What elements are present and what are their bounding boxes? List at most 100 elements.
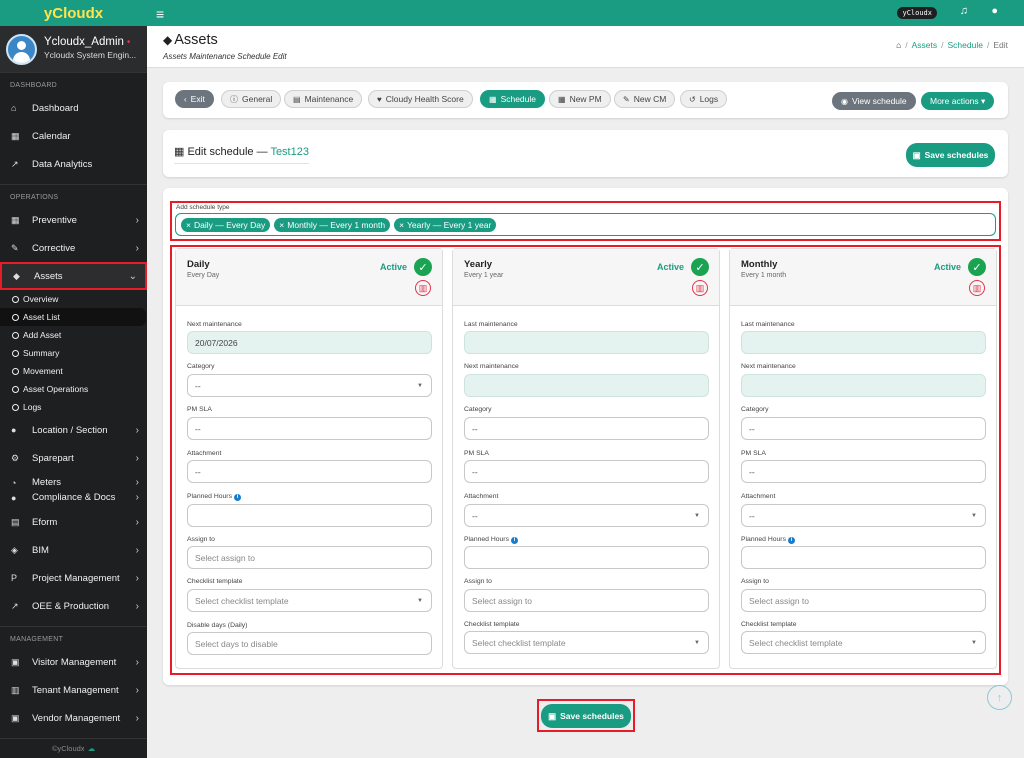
category-field[interactable]: -- (464, 417, 709, 440)
eye-icon: ◉ (841, 96, 848, 106)
remove-icon[interactable]: × (399, 220, 404, 230)
sidebar-sub-movement[interactable]: Movement (0, 362, 147, 380)
check-circle-icon[interactable]: ✓ (691, 258, 709, 276)
sidebar-item-oee[interactable]: ↗ OEE & Production › (0, 592, 147, 620)
bell-icon[interactable]: ♫ (960, 5, 968, 17)
category-select[interactable]: -- ▼ (187, 374, 432, 397)
disable-days-select[interactable]: Select days to disable (187, 632, 432, 655)
tab-schedule[interactable]: ▦ Schedule (480, 90, 546, 108)
assign-to-select[interactable]: Select assign to (187, 546, 432, 569)
more-actions-button[interactable]: More actions ▾ (921, 92, 995, 110)
planned-hours-field[interactable] (741, 546, 986, 569)
sidebar-item-calendar[interactable]: ▦ Calendar (0, 122, 147, 150)
save-schedules-button-top[interactable]: ▣ Save schedules (906, 143, 995, 167)
sidebar-item-data-analytics[interactable]: ↗ Data Analytics (0, 150, 147, 178)
brand-logo[interactable]: yCloudx (0, 0, 147, 26)
category-field[interactable]: -- (741, 417, 986, 440)
sidebar-sub-asset-operations[interactable]: Asset Operations (0, 380, 147, 398)
sidebar-item-dashboard[interactable]: ⌂ Dashboard (0, 94, 147, 122)
chevron-right-icon: › (135, 214, 139, 226)
tab-maintenance[interactable]: ▤ Maintenance (284, 90, 363, 108)
checklist-template-select[interactable]: Select checklist template ▼ (187, 589, 432, 612)
view-schedule-button[interactable]: ◉ View schedule (832, 92, 916, 110)
tab-new-cm[interactable]: ✎ New CM (614, 90, 676, 108)
remove-icon[interactable]: × (279, 220, 284, 230)
pm-sla-field[interactable]: -- (741, 460, 986, 483)
planned-hours-field[interactable] (464, 546, 709, 569)
sidebar-item-bim[interactable]: ◈ BIM › (0, 536, 147, 564)
chip-yearly[interactable]: × Yearly — Every 1 year (394, 217, 497, 232)
assign-to-select[interactable]: Select assign to (464, 589, 709, 612)
exit-button[interactable]: ‹ Exit (175, 90, 214, 108)
calendar-icon: ▦ (11, 130, 20, 141)
home-icon: ⌂ (11, 103, 17, 113)
pm-sla-field[interactable]: -- (187, 417, 432, 440)
sidebar-sub-overview[interactable]: Overview (0, 290, 147, 308)
save-schedules-button-bottom[interactable]: ▣ Save schedules (541, 704, 631, 728)
breadcrumb-schedule[interactable]: Schedule (948, 40, 983, 50)
chip-monthly[interactable]: × Monthly — Every 1 month (274, 217, 391, 232)
wrench-icon: ✎ (11, 242, 19, 253)
next-maintenance-field[interactable] (741, 374, 986, 397)
sidebar-sub-summary[interactable]: Summary (0, 344, 147, 362)
tab-new-pm[interactable]: ▦ New PM (549, 90, 611, 108)
info-icon: i (233, 494, 241, 501)
chevron-left-icon: ‹ (184, 94, 187, 104)
next-maintenance-field[interactable] (464, 374, 709, 397)
sidebar-item-project[interactable]: P Project Management › (0, 564, 147, 592)
sidebar-item-meters[interactable]: ◔ Meters › (0, 475, 147, 490)
tab-health-score[interactable]: ♥ Cloudy Health Score (368, 90, 473, 108)
calendar-check-icon: ▦ (174, 146, 185, 158)
trash-icon[interactable]: ▥ (692, 280, 708, 296)
sidebar-item-location[interactable]: ● Location / Section › (0, 416, 147, 444)
check-circle-icon[interactable]: ✓ (968, 258, 986, 276)
checklist-template-select[interactable]: Select checklist template ▼ (741, 631, 986, 654)
sidebar-sub-asset-list[interactable]: Asset List (0, 308, 146, 326)
sidebar-item-sparepart[interactable]: ⚙ Sparepart › (0, 444, 147, 472)
pm-sla-field[interactable]: -- (464, 460, 709, 483)
remove-icon[interactable]: × (186, 220, 191, 230)
calendar-plus-icon: ▦ (558, 94, 566, 104)
next-maintenance-field[interactable]: 20/07/2026 (187, 331, 432, 354)
sidebar-footer: ©yCloudx ☁ (0, 738, 147, 758)
scroll-top-button[interactable]: ↑ (987, 685, 1012, 710)
tab-logs[interactable]: ↺ Logs (680, 90, 728, 108)
checklist-template-select[interactable]: Select checklist template ▼ (464, 631, 709, 654)
chevron-right-icon: › (135, 544, 139, 556)
trash-icon[interactable]: ▥ (415, 280, 431, 296)
user-icon[interactable]: ● (991, 5, 998, 17)
sidebar-item-vendor[interactable]: ▣ Vendor Management › (0, 704, 147, 732)
tenant-chip[interactable]: yCloudx (897, 7, 937, 19)
profile-name: Ycloudx_Admin (44, 36, 124, 48)
attachment-select[interactable]: -- ▼ (741, 504, 986, 527)
last-maintenance-field[interactable] (741, 331, 986, 354)
section-dashboard: DASHBOARD (0, 72, 147, 94)
sidebar-item-preventive[interactable]: ▦ Preventive › (0, 206, 147, 234)
save-icon: ▣ (548, 710, 557, 721)
planned-hours-field[interactable] (187, 504, 432, 527)
sidebar-sub-add-asset[interactable]: Add Asset (0, 326, 147, 344)
chip-daily[interactable]: × Daily — Every Day (181, 217, 271, 232)
sidebar-item-corrective[interactable]: ✎ Corrective › (0, 234, 147, 262)
sidebar-item-visitor[interactable]: ▣ Visitor Management › (0, 648, 147, 676)
check-circle-icon[interactable]: ✓ (414, 258, 432, 276)
trash-icon[interactable]: ▥ (969, 280, 985, 296)
attachment-field[interactable]: -- (187, 460, 432, 483)
sidebar-sub-logs[interactable]: Logs (0, 398, 147, 416)
assign-to-select[interactable]: Select assign to (741, 589, 986, 612)
menu-icon[interactable]: ≡ (156, 6, 164, 22)
sidebar-item-eform[interactable]: ▤ Eform › (0, 508, 147, 536)
schedule-type-select[interactable]: × Daily — Every Day × Monthly — Every 1 mo… (175, 213, 996, 236)
tab-general[interactable]: ⓘ General (221, 90, 282, 108)
last-maintenance-field[interactable] (464, 331, 709, 354)
home-icon[interactable]: ⌂ (896, 40, 901, 50)
active-label: Active (656, 262, 684, 272)
edit-schedule-title: ▦ Edit schedule — Test123 (174, 146, 309, 158)
user-profile[interactable]: Ycloudx_Admin • Ycloudx System Engin... (0, 26, 147, 72)
cogs-icon: ⚙ (11, 452, 20, 463)
sidebar-item-tenant[interactable]: ▥ Tenant Management › (0, 676, 147, 704)
sidebar-item-assets[interactable]: ◆ Assets ⌄ (0, 262, 147, 290)
attachment-select[interactable]: -- ▼ (464, 504, 709, 527)
sidebar-item-compliance[interactable]: ● Compliance & Docs › (0, 490, 147, 505)
breadcrumb-assets[interactable]: Assets (912, 40, 938, 50)
